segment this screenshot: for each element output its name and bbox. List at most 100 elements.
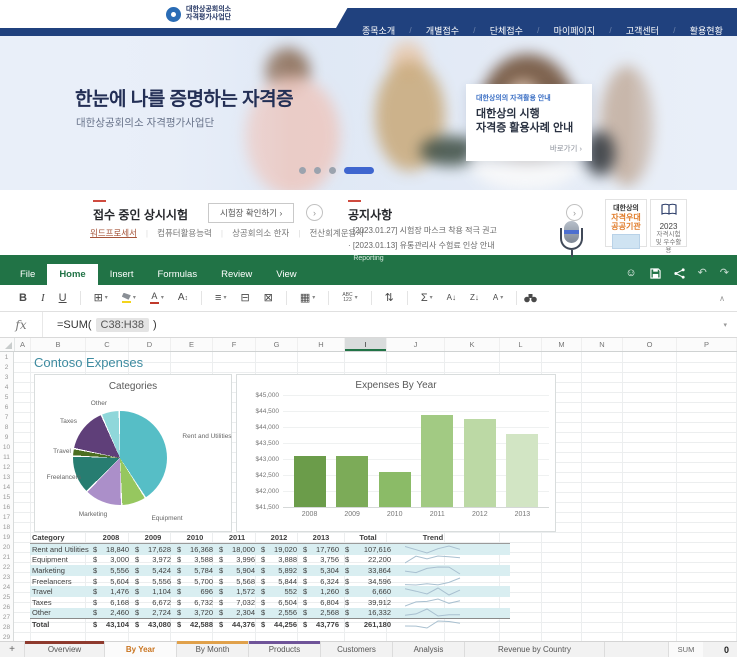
- table-row-taxes[interactable]: Taxes$6,168$6,672$6,732$7,032$6,504$6,80…: [30, 597, 510, 608]
- expand-formula-bar-icon[interactable]: ▾: [723, 321, 727, 329]
- carousel-dot-active[interactable]: [344, 167, 374, 174]
- undo-icon[interactable]: ↶: [698, 268, 707, 279]
- column-header-L[interactable]: L: [500, 338, 542, 351]
- wrap-text-button[interactable]: ⊠: [258, 293, 279, 304]
- column-header-O[interactable]: O: [623, 338, 677, 351]
- nav-item-4[interactable]: 마이페이지: [554, 24, 595, 37]
- column-header-N[interactable]: N: [582, 338, 623, 351]
- row-header-19[interactable]: 19: [0, 532, 13, 542]
- fx-icon[interactable]: fx: [0, 312, 43, 337]
- column-header-E[interactable]: E: [171, 338, 213, 351]
- row-header-14[interactable]: 14: [0, 482, 13, 492]
- sort-filter-button[interactable]: A▾: [487, 294, 509, 302]
- carousel-dot[interactable]: [314, 167, 321, 174]
- nav-item-6[interactable]: 활용현황: [690, 24, 723, 37]
- table-row-total[interactable]: Total$43,104$43,080$42,588$44,376$44,256…: [30, 618, 510, 630]
- carousel-dot[interactable]: [299, 167, 306, 174]
- exam-more-arrow-button[interactable]: ›: [306, 204, 323, 221]
- column-header-P[interactable]: P: [677, 338, 737, 351]
- column-header-M[interactable]: M: [542, 338, 582, 351]
- row-header-17[interactable]: 17: [0, 512, 13, 522]
- row-header-13[interactable]: 13: [0, 472, 13, 482]
- bar-2011[interactable]: [421, 415, 453, 507]
- nav-item-1[interactable]: 종목소개: [362, 24, 395, 37]
- formula-input[interactable]: =SUM( C38:H38 ): [57, 318, 157, 332]
- format-as-table-button[interactable]: ▦▾: [294, 293, 321, 304]
- ribbon-tab-home[interactable]: Home: [47, 264, 97, 285]
- bold-button[interactable]: B: [13, 293, 33, 304]
- carousel-dot[interactable]: [329, 167, 336, 174]
- redo-icon[interactable]: ↷: [720, 268, 729, 279]
- notice-more-arrow-button[interactable]: ›: [566, 204, 583, 221]
- column-header-J[interactable]: J: [387, 338, 445, 351]
- sheet-tab-revenue-by-country[interactable]: Revenue by Country: [465, 642, 605, 657]
- sheet-tab-customers[interactable]: Customers: [321, 642, 393, 657]
- bar-2012[interactable]: [464, 419, 496, 507]
- alignment-button[interactable]: ≡▾: [209, 293, 232, 304]
- table-row-rent-and-utilities[interactable]: Rent and Utilities$18,840$17,628$16,368$…: [30, 544, 510, 555]
- exam-link-2[interactable]: 컴퓨터활용능력: [157, 227, 212, 239]
- portal-logo[interactable]: 대한상공회의소자격평가사업단: [0, 0, 352, 28]
- expenses-table[interactable]: Category200820092010201120122013TotalTre…: [30, 532, 510, 630]
- font-color-button[interactable]: A ▾: [144, 292, 170, 305]
- table-row-equipment[interactable]: Equipment$3,000$3,972$3,588$3,996$3,888$…: [30, 555, 510, 566]
- share-icon[interactable]: [674, 268, 685, 279]
- row-header-10[interactable]: 10: [0, 442, 13, 452]
- promo-card-2023-exams[interactable]: 2023 자격시험 및 우수활용: [650, 199, 687, 247]
- row-header-2[interactable]: 2: [0, 362, 13, 372]
- row-header-15[interactable]: 15: [0, 492, 13, 502]
- save-icon[interactable]: [650, 268, 661, 279]
- categories-pie-chart[interactable]: [73, 411, 167, 505]
- column-header-D[interactable]: D: [129, 338, 171, 351]
- column-header-F[interactable]: F: [213, 338, 256, 351]
- insert-cells-button[interactable]: ⇅: [379, 293, 400, 304]
- select-all-corner[interactable]: [0, 338, 15, 351]
- row-header-25[interactable]: 25: [0, 592, 13, 602]
- find-binoculars-icon[interactable]: [524, 293, 537, 303]
- borders-button[interactable]: ⊞▾: [88, 293, 114, 304]
- row-header-26[interactable]: 26: [0, 602, 13, 612]
- row-header-28[interactable]: 28: [0, 622, 13, 632]
- bar-2010[interactable]: [379, 472, 411, 507]
- sheet-tab-by-month[interactable]: By Month: [177, 642, 249, 657]
- sheet-tab-analysis[interactable]: Analysis: [393, 642, 465, 657]
- exam-link-3[interactable]: 상공회의소 한자: [232, 227, 289, 239]
- collapse-toolbar-icon[interactable]: ∧: [719, 294, 725, 303]
- row-header-3[interactable]: 3: [0, 372, 13, 382]
- autosum-button[interactable]: Σ▾: [415, 293, 439, 304]
- underline-button[interactable]: U: [53, 293, 73, 304]
- column-header-C[interactable]: C: [86, 338, 129, 351]
- column-header-H[interactable]: H: [298, 338, 345, 351]
- fill-color-button[interactable]: ▾: [116, 293, 142, 304]
- ribbon-tab-review[interactable]: Review: [209, 264, 264, 285]
- hero-notice-card[interactable]: 대한상의의 자격활용 안내 대한상의 시행 자격증 활용사례 안내 바로가기 ›: [466, 84, 592, 161]
- ribbon-tab-view[interactable]: View: [264, 264, 308, 285]
- row-header-5[interactable]: 5: [0, 392, 13, 402]
- promo-card-public-org[interactable]: 대한상의 자격우대 공공기관: [605, 199, 647, 247]
- row-header-11[interactable]: 11: [0, 452, 13, 462]
- table-row-freelancers[interactable]: Freelancers$5,604$5,556$5,700$5,568$5,84…: [30, 576, 510, 587]
- row-header-1[interactable]: 1: [0, 352, 13, 362]
- add-sheet-button[interactable]: +: [0, 642, 25, 657]
- row-header-12[interactable]: 12: [0, 462, 13, 472]
- row-header-29[interactable]: 29: [0, 632, 13, 641]
- bar-2008[interactable]: [294, 456, 326, 507]
- pie-chart-panel[interactable]: Categories Rent and UtilitiesEquipmentMa…: [34, 374, 232, 532]
- number-format-button[interactable]: ABC123 ▾: [336, 293, 363, 304]
- table-row-marketing[interactable]: Marketing$5,556$5,424$5,784$5,904$5,892$…: [30, 565, 510, 576]
- sheet-tab-products[interactable]: Products: [249, 642, 321, 657]
- column-header-I[interactable]: I: [345, 338, 387, 351]
- row-header-20[interactable]: 20: [0, 542, 13, 552]
- row-header-8[interactable]: 8: [0, 422, 13, 432]
- row-header-4[interactable]: 4: [0, 382, 13, 392]
- column-header-K[interactable]: K: [445, 338, 500, 351]
- row-header-6[interactable]: 6: [0, 402, 13, 412]
- row-header-24[interactable]: 24: [0, 582, 13, 592]
- nav-item-3[interactable]: 단체접수: [490, 24, 523, 37]
- spreadsheet-area[interactable]: 1234567891011121314151617181920212223242…: [0, 352, 737, 641]
- row-header-21[interactable]: 21: [0, 552, 13, 562]
- column-header-B[interactable]: B: [31, 338, 86, 351]
- merge-cells-button[interactable]: ⊟: [234, 293, 255, 304]
- sheet-tab-by-year[interactable]: By Year: [105, 642, 177, 657]
- row-header-18[interactable]: 18: [0, 522, 13, 532]
